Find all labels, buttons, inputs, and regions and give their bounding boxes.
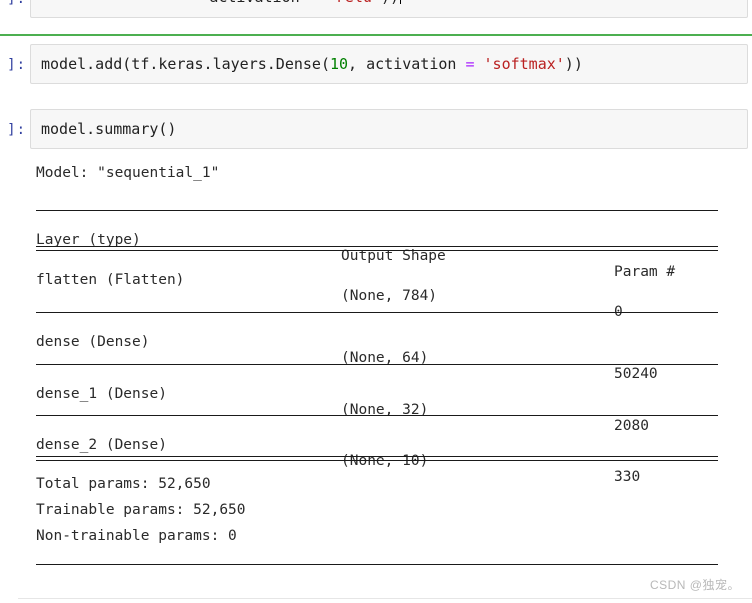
page-bottom-edge — [18, 598, 752, 599]
table-rule-final — [36, 564, 718, 565]
non-trainable-params-line: Non-trainable params: 0 — [36, 528, 237, 544]
code-token-string: 'relu' — [327, 0, 381, 6]
table-rule-bottom-double — [36, 456, 718, 461]
code-line: model.summary() — [41, 119, 739, 139]
code-token-string: 'softmax' — [483, 55, 565, 73]
code-cell-relu[interactable]: ]: activation = 'relu')) — [0, 0, 752, 18]
code-line: model.add(tf.keras.layers.Dense(10, acti… — [41, 54, 739, 74]
code-token-plain: )) — [381, 0, 399, 6]
table-row: dense (Dense) (None, 64) 50240 — [0, 318, 752, 382]
cell-output-shape: (None, 784) — [341, 288, 438, 304]
cell-prompt-label: ]: — [7, 57, 26, 73]
code-editor-area[interactable]: model.add(tf.keras.layers.Dense(10, acti… — [30, 44, 748, 84]
code-token-operator: = — [300, 0, 327, 6]
code-cell-dense-softmax[interactable]: ]: model.add(tf.keras.layers.Dense(10, a… — [0, 44, 752, 84]
table-rule-top — [36, 210, 718, 211]
cell-layer-name: dense (Dense) — [36, 334, 150, 350]
code-line: activation = 'relu')) — [41, 0, 739, 7]
table-rule-header-double — [36, 246, 718, 251]
csdn-watermark: CSDN @独宠。 — [649, 578, 740, 592]
cell-prompt-label: ]: — [7, 122, 26, 138]
notebook-page: ]: activation = 'relu')) ]: model.add(tf… — [0, 0, 752, 603]
table-row: dense_1 (Dense) (None, 32) 2080 — [0, 370, 752, 434]
total-params-line: Total params: 52,650 — [36, 476, 211, 492]
code-token-plain: , activation — [348, 55, 457, 73]
table-row: flatten (Flatten) (None, 784) 0 — [0, 256, 752, 320]
table-rule-row — [36, 415, 718, 416]
code-token-plain: )) — [564, 55, 583, 73]
cell-layer-name: dense_2 (Dense) — [36, 437, 167, 453]
table-header-row: Layer (type) Output Shape Param # — [0, 216, 752, 280]
cell-param-count: 330 — [614, 469, 641, 485]
cell-layer-name: dense_1 (Dense) — [36, 386, 167, 402]
cell-layer-name: flatten (Flatten) — [36, 272, 185, 288]
cell-separator-rule — [0, 34, 752, 36]
code-token-plain: activation — [209, 0, 299, 6]
model-title: Model: "sequential_1" — [36, 165, 220, 181]
code-token-plain: model.summary() — [41, 120, 177, 138]
code-token-number: 10 — [329, 55, 349, 73]
code-cell-model-summary[interactable]: ]: model.summary() — [0, 109, 752, 149]
cell-prompt-label: ]: — [0, 0, 30, 6]
trainable-params-line: Trainable params: 52,650 — [36, 502, 246, 518]
text-cursor — [400, 0, 401, 4]
code-editor-area[interactable]: model.summary() — [30, 109, 748, 149]
table-rule-row — [36, 312, 718, 313]
code-token-plain: model.add(tf.keras.layers.Dense( — [41, 55, 330, 73]
code-editor-area[interactable]: activation = 'relu')) — [30, 0, 748, 18]
code-token-operator: = — [456, 55, 484, 73]
table-row: dense_2 (Dense) (None, 10) 330 — [0, 421, 752, 485]
table-rule-row — [36, 364, 718, 365]
